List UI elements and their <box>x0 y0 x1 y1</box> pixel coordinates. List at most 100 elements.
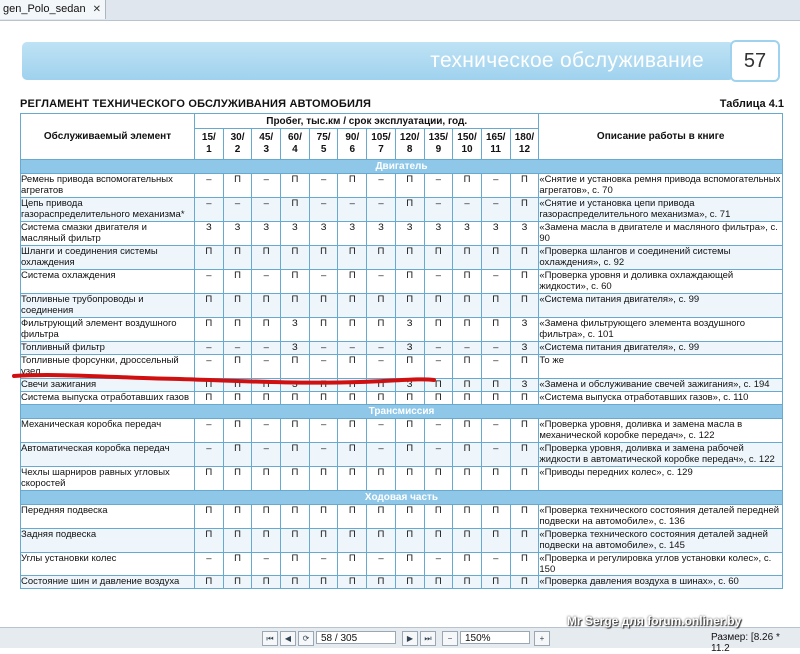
interval-value: П <box>480 528 511 553</box>
interval-value: П <box>394 197 425 222</box>
interval-km: 30/ <box>230 132 245 143</box>
interval-value: П <box>509 354 540 379</box>
next-page-icon[interactable]: ▶ <box>402 631 418 646</box>
interval-value: П <box>394 418 425 443</box>
interval-value: – <box>251 354 282 379</box>
prev-page-icon[interactable]: ◀ <box>280 631 296 646</box>
interval-value: П <box>452 391 482 405</box>
close-icon[interactable]: ✕ <box>93 0 101 19</box>
section-row: Ходовая часть <box>20 490 783 505</box>
interval-value: – <box>480 442 511 467</box>
page-field[interactable]: 58 / 305 <box>316 631 396 644</box>
element-name: Передняя подвеска <box>20 504 195 529</box>
interval-value: П <box>452 528 482 553</box>
interval-value: П <box>194 504 224 529</box>
interval-value: – <box>366 341 396 355</box>
work-description: «Система питания двигателя», с. 99 <box>538 341 783 355</box>
interval-value: П <box>452 354 482 379</box>
page-size-label: Размер: [8.26 * 11.2 <box>711 632 780 654</box>
refresh-icon[interactable]: ⟳ <box>298 631 314 646</box>
table-body: Двигатель Ремень привода вспомогательных … <box>20 159 783 589</box>
interval-value: П <box>280 293 310 318</box>
table-row: Топливные трубопроводы и соединения П П П П П… <box>20 293 783 318</box>
interval-value: З <box>280 317 310 342</box>
interval-header: 165/11 <box>480 128 511 160</box>
interval-value: П <box>308 504 339 529</box>
work-description: «Система выпуска отработавших газов», с.… <box>538 391 783 405</box>
interval-value: – <box>480 197 511 222</box>
interval-header: 120/8 <box>394 128 425 160</box>
interval-value: П <box>337 378 368 392</box>
interval-value: П <box>337 466 368 491</box>
interval-year: 10 <box>461 144 473 155</box>
interval-value: П <box>194 317 224 342</box>
interval-year: 9 <box>435 144 442 155</box>
interval-value: П <box>337 528 368 553</box>
interval-value: П <box>509 197 540 222</box>
interval-value: – <box>308 269 339 294</box>
element-name: Система охлаждения <box>20 269 195 294</box>
interval-value: З <box>394 378 425 392</box>
interval-value: П <box>280 173 310 198</box>
interval-value: П <box>366 378 396 392</box>
interval-value: П <box>308 528 339 553</box>
interval-value: П <box>308 317 339 342</box>
table-row: Система выпуска отработавших газов П П П П П П… <box>20 391 783 405</box>
interval-value: П <box>308 378 339 392</box>
element-name: Топливные форсунки, дроссельный узел <box>20 354 195 379</box>
interval-year: 2 <box>234 144 241 155</box>
document-tab[interactable]: gen_Polo_sedan ✕ <box>0 0 106 19</box>
element-name: Фильтрующий элемент воздушного фильтра <box>20 317 195 342</box>
interval-value: П <box>509 391 540 405</box>
interval-year: 7 <box>378 144 384 155</box>
interval-value: П <box>222 418 253 443</box>
interval-value: З <box>394 341 425 355</box>
interval-value: П <box>280 354 310 379</box>
interval-value: – <box>480 418 511 443</box>
interval-year: 5 <box>320 144 327 155</box>
interval-value: – <box>366 197 396 222</box>
interval-value: П <box>394 269 425 294</box>
interval-value: П <box>337 391 368 405</box>
work-description: «Проверка уровня, доливка и замена рабоч… <box>538 442 783 467</box>
interval-value: П <box>452 418 482 443</box>
interval-value: П <box>509 293 540 318</box>
interval-value: – <box>194 354 224 379</box>
interval-value: П <box>509 575 540 589</box>
table-row: Система смазки двигателя и масляный филь… <box>20 221 783 246</box>
zoom-select[interactable]: 150% <box>460 631 530 644</box>
interval-value: – <box>308 341 339 355</box>
header-element: Обслуживаемый элемент <box>20 113 195 160</box>
interval-value: П <box>452 575 482 589</box>
work-description: «Проверка технического состояния деталей… <box>538 504 783 529</box>
work-description: «Снятие и установка цепи привода газорас… <box>538 197 783 222</box>
interval-value: З <box>308 221 339 246</box>
interval-value: П <box>308 575 339 589</box>
interval-year: 6 <box>349 144 356 155</box>
interval-km: 120/ <box>399 132 420 143</box>
interval-value: П <box>308 293 339 318</box>
last-page-icon[interactable]: ⏭ <box>420 631 436 646</box>
interval-value: – <box>222 341 253 355</box>
interval-value: П <box>337 418 368 443</box>
interval-value: П <box>194 293 224 318</box>
interval-value: П <box>280 504 310 529</box>
interval-value: П <box>194 528 224 553</box>
interval-header: 180/12 <box>509 128 540 160</box>
zoom-in-icon[interactable]: + <box>534 631 550 646</box>
element-name: Автоматическая коробка передач <box>20 442 195 467</box>
interval-value: – <box>251 173 282 198</box>
interval-value: П <box>452 269 482 294</box>
first-page-icon[interactable]: ⏮ <box>262 631 278 646</box>
header-description: Описание работы в книге <box>538 113 783 160</box>
interval-value: П <box>509 504 540 529</box>
interval-value: – <box>194 197 224 222</box>
interval-value: П <box>394 504 425 529</box>
interval-value: П <box>480 317 511 342</box>
zoom-out-icon[interactable]: − <box>442 631 458 646</box>
interval-value: З <box>480 221 511 246</box>
section-title: Двигатель <box>20 159 783 174</box>
header-mileage: Пробег, тыс.км / срок эксплуатации, год. <box>193 113 540 129</box>
interval-km: 45/ <box>259 132 274 143</box>
interval-value: П <box>509 442 540 467</box>
